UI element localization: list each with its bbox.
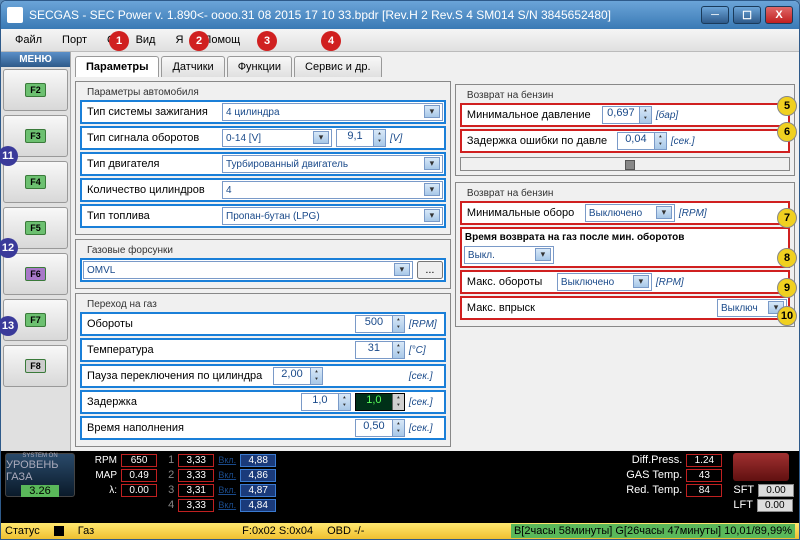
foot-col-main: RPM 650 MAP 0.49 λ: 0.00 xyxy=(85,453,158,521)
group-injectors: Газовые форсунки OMVL... xyxy=(75,239,451,289)
foot-col-inj: 1 3,33 Вкл. 4,88 2 3,33 Вкл. 4,86 3 3,31… xyxy=(168,453,277,521)
btn-injector-more[interactable]: ... xyxy=(417,261,443,279)
lbl-rpm-sw: Обороты xyxy=(83,316,218,332)
combo-cyl[interactable]: 4 xyxy=(222,181,443,199)
spin-rpm-extra[interactable]: 9,1 xyxy=(336,129,386,147)
group-return1: Возврат на бензин Минимальное давление0,… xyxy=(455,84,795,176)
side-f8[interactable]: F8 xyxy=(3,345,68,387)
lbl-pause: Пауза переключения по цилиндра xyxy=(83,368,269,384)
group-car-params: Параметры автомобиля Тип системы зажиган… xyxy=(75,81,451,235)
callout-9: 9 xyxy=(777,278,797,298)
lbl-delay: Задержка xyxy=(83,394,218,410)
group-return2: Возврат на бензин Минимальные обороВыклю… xyxy=(455,182,795,327)
menu-port[interactable]: Порт xyxy=(52,31,97,49)
spin-delay-err[interactable]: 0,04 xyxy=(617,132,667,150)
menubar: Файл Порт О Вид Я Помощ 1 2 3 4 xyxy=(1,29,799,51)
combo-ignition[interactable]: 4 цилиндра xyxy=(222,103,443,121)
minimize-button[interactable]: ─ xyxy=(701,6,729,24)
tabs: Параметры Датчики Функции Сервис и др. xyxy=(75,56,451,77)
titlebar: SECGAS - SEC Power v. 1.890<- oooo.31 08… xyxy=(1,1,799,29)
callout-1: 1 xyxy=(109,31,129,51)
pressure-slider[interactable] xyxy=(460,157,790,171)
callout-8: 8 xyxy=(777,248,797,268)
combo-minrpm[interactable]: Выключено xyxy=(585,204,675,222)
combo-maxrpm[interactable]: Выключено xyxy=(557,273,652,291)
footer: SYSTEM ON УРОВЕНЬ ГАЗА 3.26 RPM 650 MAP … xyxy=(1,451,799,523)
sidebar: МЕНЮ F2 F3 F4 11 F5 F6 12 F7 13 F8 xyxy=(1,52,71,451)
combo-return-time[interactable]: Выкл. xyxy=(464,246,554,264)
combo-rpm-signal[interactable]: 0-14 [V] xyxy=(222,129,332,147)
side-f2[interactable]: F2 xyxy=(3,69,68,111)
side-f6[interactable]: F6 12 xyxy=(3,253,68,295)
lbl-return-time: Время возврата на газ после мин. оборото… xyxy=(464,231,786,244)
callout-12: 12 xyxy=(0,238,18,258)
combo-injector[interactable]: OMVL xyxy=(83,261,413,279)
lbl-temp-sw: Температура xyxy=(83,342,218,358)
lbl-minrpm: Минимальные оборо xyxy=(463,205,581,221)
tab-service[interactable]: Сервис и др. xyxy=(294,56,382,77)
lbl-engine: Тип двигателя xyxy=(83,156,218,172)
tab-sensors[interactable]: Датчики xyxy=(161,56,224,77)
app-icon xyxy=(7,7,23,23)
lbl-delay-err: Задержка ошибки по давле xyxy=(463,133,613,149)
tab-functions[interactable]: Функции xyxy=(227,56,292,77)
lbl-minp: Минимальное давление xyxy=(463,107,598,123)
spin-pause[interactable]: 2,00 xyxy=(273,367,323,385)
lbl-rpm-signal: Тип сигнала оборотов xyxy=(83,130,218,146)
reducer-icon xyxy=(733,453,789,481)
statusbar: Статус Газ F:0x02 S:0x04 OBD -/- B[2часы… xyxy=(1,523,799,539)
menu-file[interactable]: Файл xyxy=(5,31,52,49)
lbl-fuel: Тип топлива xyxy=(83,208,218,224)
combo-fuel[interactable]: Пропан-бутан (LPG) xyxy=(222,207,443,225)
callout-7: 7 xyxy=(777,208,797,228)
spin-fill[interactable]: 0,50 xyxy=(355,419,405,437)
foot-col-temps: Diff.Press. 1.24 GAS Temp. 43 Red. Temp.… xyxy=(626,453,723,521)
foot-col-trim: SFT 0.00 LFT 0.00 xyxy=(733,453,795,521)
callout-11: 11 xyxy=(0,146,18,166)
spin-delay[interactable]: 1,0 xyxy=(301,393,351,411)
callout-2: 2 xyxy=(189,31,209,51)
side-f7[interactable]: F7 13 xyxy=(3,299,68,341)
callout-5: 5 xyxy=(777,96,797,116)
lbl-maxinj: Макс. впрыск xyxy=(463,300,553,316)
sidebar-header: МЕНЮ xyxy=(1,52,70,67)
lbl-maxrpm: Макс. обороты xyxy=(463,274,553,290)
tab-params[interactable]: Параметры xyxy=(75,56,159,77)
callout-10: 10 xyxy=(777,306,797,326)
gauge-level: SYSTEM ON УРОВЕНЬ ГАЗА 3.26 xyxy=(5,453,75,497)
lbl-cyl: Количество цилиндров xyxy=(83,182,218,198)
callout-4: 4 xyxy=(321,31,341,51)
combo-engine[interactable]: Турбированный двигатель xyxy=(222,155,443,173)
group-switch-gas: Переход на газ Обороты500[RPM] Температу… xyxy=(75,293,451,447)
spin-rpm-sw[interactable]: 500 xyxy=(355,315,405,333)
side-f4[interactable]: F4 11 xyxy=(3,161,68,203)
menu-view[interactable]: Вид xyxy=(126,31,166,49)
window-title: SECGAS - SEC Power v. 1.890<- oooo.31 08… xyxy=(29,8,701,22)
lbl-fill: Время наполнения xyxy=(83,420,218,436)
lbl-ignition: Тип системы зажигания xyxy=(83,104,218,120)
spin-minp[interactable]: 0,697 xyxy=(602,106,652,124)
callout-13: 13 xyxy=(0,316,18,336)
callout-6: 6 xyxy=(777,122,797,142)
callout-3: 3 xyxy=(257,31,277,51)
maximize-button[interactable]: ☐ xyxy=(733,6,761,24)
spin-delay-dark[interactable]: 1,0 xyxy=(355,393,405,411)
close-button[interactable]: X xyxy=(765,6,793,24)
spin-temp-sw[interactable]: 31 xyxy=(355,341,405,359)
